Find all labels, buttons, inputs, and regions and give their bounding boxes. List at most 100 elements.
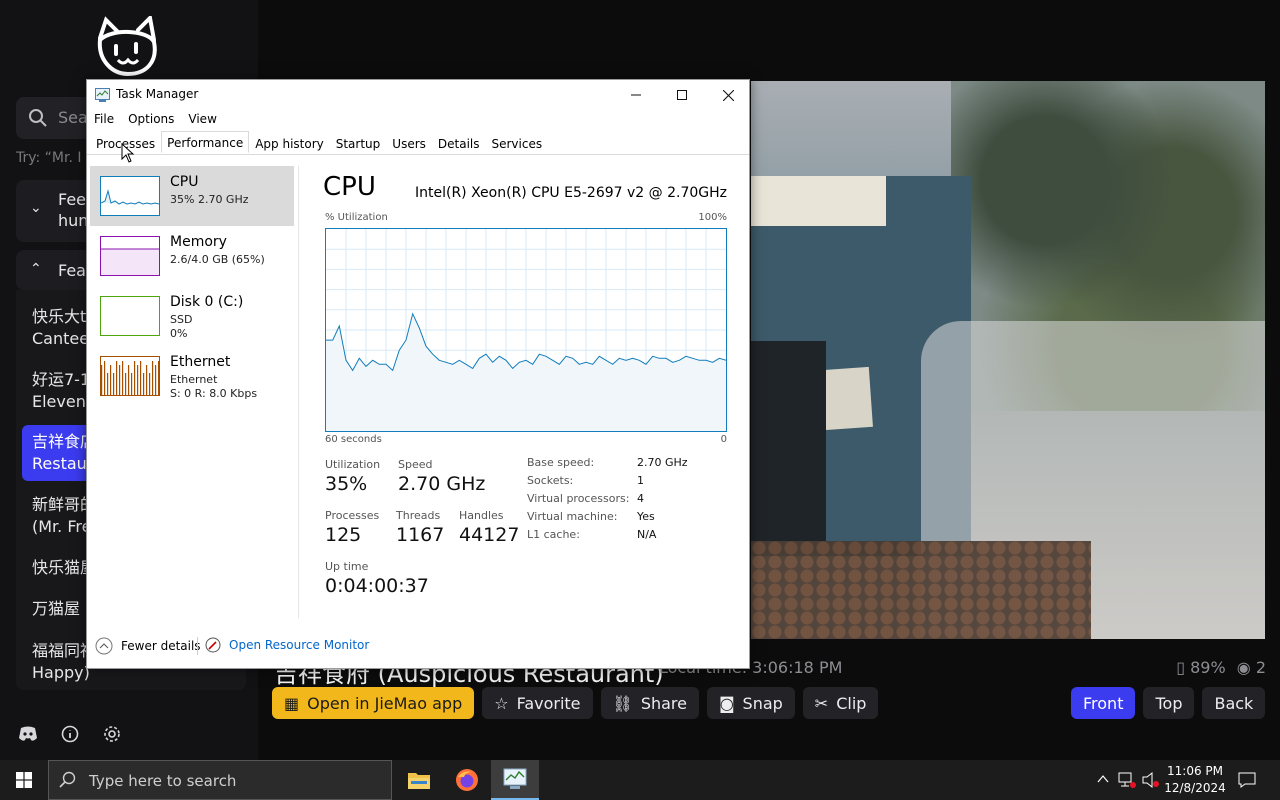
chevron-down-icon: ⌄ [30,200,42,216]
start-button[interactable] [0,760,48,800]
view-top-button[interactable]: Top [1143,687,1195,719]
taskbar-clock[interactable]: 11:06 PM 12/8/2024 [1155,763,1235,797]
view-switcher: Front Top Back [1071,687,1266,719]
open-resource-monitor-link[interactable]: Open Resource Monitor [205,637,369,653]
cpu-specs: Base speed: 2.70 GHz Sockets: 1 Virtual pr… [527,456,727,546]
network-icon[interactable] [1117,771,1137,789]
menu-view[interactable]: View [181,110,223,130]
ethernet-spike [116,361,118,395]
view-back-button[interactable]: Back [1202,687,1266,719]
cat-logo-icon[interactable] [92,16,164,80]
notification-icon[interactable] [1238,771,1256,789]
stat-uptime: Up time 0:04:00:37 [325,560,429,597]
tab-performance[interactable]: Performance [161,131,250,153]
ethernet-spike [110,365,112,395]
resource-name: CPU [170,174,199,190]
search-icon [59,771,76,788]
task-manager-icon [95,88,110,102]
discord-icon[interactable] [16,722,40,746]
video-poster [751,176,886,226]
video-cat-food [751,541,1091,639]
stream-actions: ▦ Open in JieMao app ☆ Favorite ⛓ Share … [272,687,879,719]
info-icon[interactable] [58,722,82,746]
chevron-up-icon[interactable] [1097,774,1109,784]
view-front-button[interactable]: Front [1071,687,1136,719]
chevron-up-icon: ⌃ [30,261,42,277]
title-bar[interactable]: Task Manager [87,80,749,110]
stat-threads: Threads 1167 [396,509,445,546]
sidebar-footer [16,722,124,746]
spec-row: Virtual machine: Yes [527,510,655,523]
mouse-cursor-icon [121,143,135,163]
fewer-details-button[interactable]: Fewer details [95,637,201,655]
task-manager-taskbar-button[interactable] [491,760,539,800]
firefox-taskbar-button[interactable] [443,760,491,800]
resource-detail: 2.6/4.0 GB (65%) [170,253,265,266]
clip-button[interactable]: ✂ Clip [802,687,879,719]
search-placeholder: Sea [58,108,88,127]
disk-mini-graph [100,296,160,336]
task-manager-icon [503,768,527,789]
ethernet-spike [146,365,148,395]
ethernet-spike [128,365,130,395]
menu-bar: File Options View [87,110,224,130]
tab-startup[interactable]: Startup [330,133,387,154]
camera-video-feed[interactable] [751,81,1265,639]
eye-icon: ◉ [1236,658,1251,677]
favorite-button[interactable]: ☆ Favorite [482,687,593,719]
cpu-mini-graph [100,176,160,216]
utilization-axis-label: % Utilization [325,212,388,223]
share-button[interactable]: ⛓ Share [600,687,699,719]
task-manager-window: Task Manager File Options View Processes… [86,79,750,669]
ethernet-spike [104,361,106,395]
tab-app-history[interactable]: App history [249,133,330,154]
file-explorer-taskbar-button[interactable] [395,760,443,800]
close-button[interactable] [705,80,751,110]
resource-detail: Ethernet S: 0 R: 8.0 Kbps [170,373,258,400]
ethernet-spike [155,365,157,395]
ethernet-spike [131,373,133,395]
stat-handles: Handles 44127 [459,509,520,546]
windows-taskbar: Type here to search 11:06 PM 12/8/2024 [0,760,1280,800]
resource-cpu[interactable]: CPU 35% 2.70 GHz [90,166,294,226]
stream-stats: ▯ 89% ◉ 2 [1176,658,1266,677]
resource-disk[interactable]: Disk 0 (C:) SSD 0% [90,286,294,346]
ethernet-spike [119,365,121,395]
memory-mini-graph [100,236,160,276]
graph-time-end: 0 [720,434,727,445]
battery-icon: ▯ [1176,658,1185,677]
snap-button[interactable]: ◙ Snap [707,687,795,719]
resource-memory[interactable]: Memory 2.6/4.0 GB (65%) [90,226,294,286]
resource-detail: SSD 0% [170,313,193,340]
processor-name: Intel(R) Xeon(R) CPU E5-2697 v2 @ 2.70GH… [415,185,727,201]
search-hint: Try: “Mr. I [16,150,82,166]
minimize-button[interactable] [613,80,659,110]
resource-name: Ethernet [170,354,231,370]
maximize-button[interactable] [659,80,705,110]
ethernet-spike [143,373,145,395]
open-in-app-button[interactable]: ▦ Open in JieMao app [272,687,475,719]
stat-speed: Speed 2.70 GHz [398,458,486,495]
menu-file[interactable]: File [87,110,121,130]
ethernet-spike [107,373,109,395]
cpu-detail-panel: CPU Intel(R) Xeon(R) CPU E5-2697 v2 @ 2.… [323,166,733,620]
stat-processes: Processes 125 [325,509,380,546]
star-icon: ☆ [494,693,509,713]
settings-gear-icon[interactable] [100,722,124,746]
video-shadow [751,341,826,541]
tab-strip: Processes Performance App history Startu… [87,131,749,155]
tab-details[interactable]: Details [432,133,486,154]
cpu-graph-svg [326,229,727,431]
resource-ethernet[interactable]: Ethernet Ethernet S: 0 R: 8.0 Kbps [90,346,294,406]
ethernet-mini-graph [100,356,160,396]
menu-options[interactable]: Options [121,110,181,130]
qr-code-icon: ▦ [284,693,300,713]
ethernet-spike [137,365,139,395]
ethernet-spike [140,361,142,395]
taskbar-search-box[interactable]: Type here to search [48,760,392,800]
firefox-icon [456,769,478,791]
tab-users[interactable]: Users [386,133,432,154]
ethernet-spike [149,373,151,395]
ethernet-spike [122,361,124,395]
tab-services[interactable]: Services [486,133,549,154]
